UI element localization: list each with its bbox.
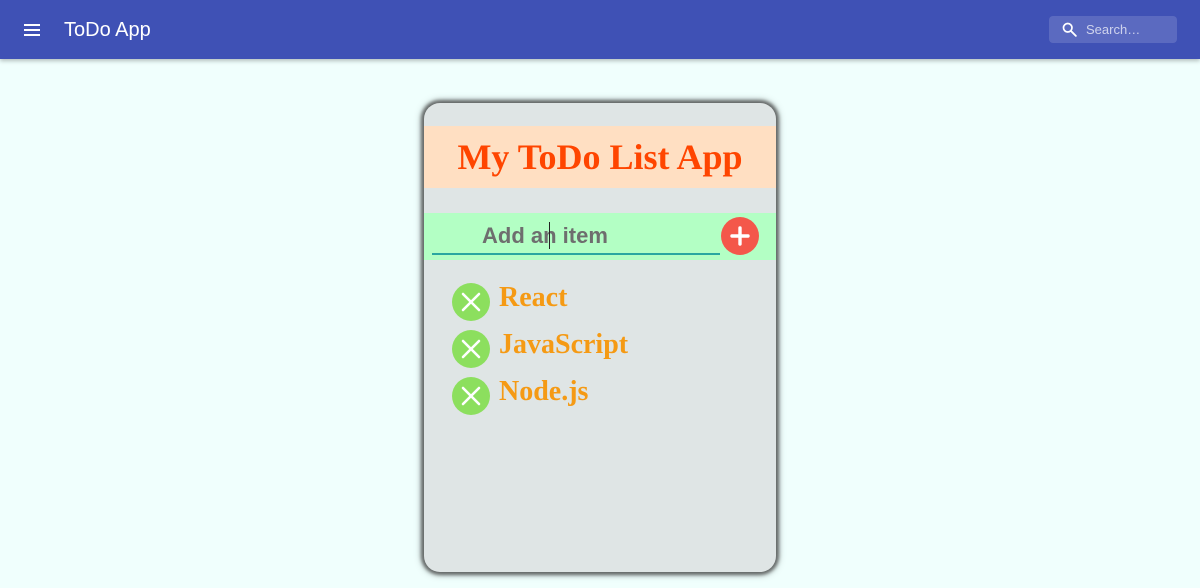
close-icon xyxy=(461,386,481,406)
text-caret xyxy=(549,222,550,249)
todo-item-label: JavaScript xyxy=(499,329,629,360)
menu-button[interactable] xyxy=(18,17,46,43)
app-bar: ToDo App xyxy=(0,0,1200,59)
todo-item: Node.js xyxy=(452,376,628,415)
plus-icon xyxy=(730,226,750,246)
add-item-button[interactable] xyxy=(721,217,759,255)
card-header: My ToDo List App xyxy=(424,126,776,188)
page-title: My ToDo List App xyxy=(457,137,743,177)
todo-item: JavaScript xyxy=(452,329,629,368)
todo-item-label: Node.js xyxy=(499,376,589,407)
add-item-row xyxy=(424,213,776,260)
delete-item-button[interactable] xyxy=(452,330,490,368)
menu-icon xyxy=(24,24,40,26)
todo-item-label: React xyxy=(499,282,568,313)
todo-list: React JavaScript Node.js xyxy=(452,282,629,424)
delete-item-button[interactable] xyxy=(452,377,490,415)
search-icon xyxy=(1062,22,1077,37)
add-item-input[interactable] xyxy=(432,219,720,255)
search-input[interactable] xyxy=(1086,16,1172,43)
search-box[interactable] xyxy=(1049,16,1177,43)
app-title: ToDo App xyxy=(64,19,151,41)
close-icon xyxy=(461,339,481,359)
todo-item: React xyxy=(452,282,628,321)
delete-item-button[interactable] xyxy=(452,283,490,321)
close-icon xyxy=(461,292,481,312)
todo-card: My ToDo List App React xyxy=(424,103,776,572)
